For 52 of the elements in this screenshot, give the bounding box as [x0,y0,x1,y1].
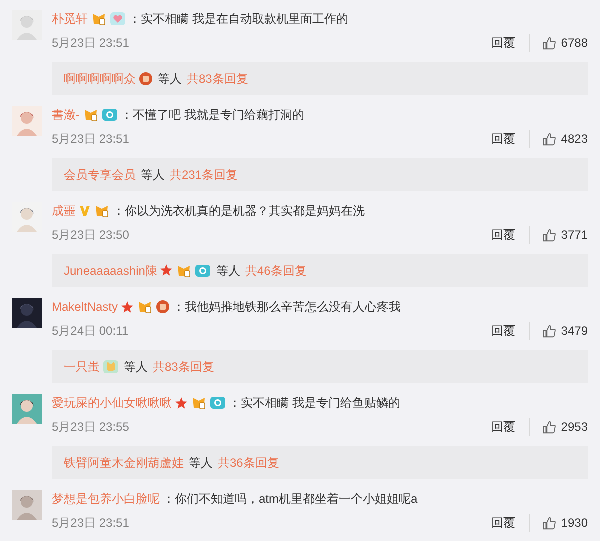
like-button[interactable]: 6788 [542,34,588,52]
cat-badge-icon [103,360,119,374]
camera-badge-icon [102,108,118,122]
comment-time: 5月23日 23:51 [52,515,130,532]
camera-badge-icon [195,264,212,278]
vip-badge-icon [137,300,154,314]
medal-badge-icon [139,72,153,86]
reply-button[interactable]: 回覆 [491,322,530,340]
reply-button[interactable]: 回覆 [491,130,530,148]
star-badge-icon [121,300,134,314]
thumbs-up-icon [542,132,558,146]
heart-badge-icon [110,12,126,26]
vip-badge-icon [83,108,99,122]
reply-button[interactable]: 回覆 [491,514,530,532]
comment-time: 5月24日 00:11 [52,323,128,340]
like-button[interactable]: 3479 [542,322,588,340]
star-badge-icon [160,264,174,277]
vip-badge-icon [94,204,110,218]
comment-text: ：我他妈推地铁那么辛苦怎么没有人心疼我 [173,299,402,316]
comment-time: 5月23日 23:51 [52,131,130,148]
comment-time: 5月23日 23:51 [52,35,130,52]
reply-others-label: 等人 [216,262,240,280]
comment-text: ：你们不知道吗，atm机里都坐着一个小姐姐呢a [163,491,418,508]
vip-badge-icon [191,396,207,410]
comment-text: ：你以为洗衣机真的是机器？其实都是妈妈在洗 [113,203,365,220]
star-badge-icon [175,396,188,410]
comment-text: ：实不相瞒 我是在自动取款机里面工作的 [129,11,348,28]
reply-others-label: 等人 [124,358,148,376]
vip-badge-icon [91,12,107,26]
like-button[interactable]: 2953 [542,418,588,436]
thumbs-up-icon [542,420,558,434]
thumbs-up-icon [542,516,558,530]
comment-time: 5月23日 23:50 [52,227,130,244]
like-button[interactable]: 4823 [542,130,588,148]
reply-others-label: 等人 [189,454,213,472]
comment-time: 5月23日 23:55 [52,419,130,436]
reply-button[interactable]: 回覆 [491,34,530,52]
like-button[interactable]: 3771 [542,226,588,244]
camera-badge-icon [210,396,226,410]
medal-badge-icon [156,300,170,314]
thumbs-up-icon [542,324,558,338]
verified-badge-icon [79,205,91,217]
vip-badge-icon [176,264,192,278]
reply-others-label: 等人 [158,70,182,88]
reply-button[interactable]: 回覆 [491,226,530,244]
thumbs-up-icon [542,36,558,50]
reply-button[interactable]: 回覆 [491,418,530,436]
comment-text: ：实不相瞒 我是专门给鱼贴鳞的 [229,395,400,412]
comment-text: ：不懂了吧 我就是专门给藕打洞的 [121,107,304,124]
like-button[interactable]: 1930 [542,514,588,532]
reply-others-label: 等人 [141,166,165,184]
thumbs-up-icon [542,228,558,242]
